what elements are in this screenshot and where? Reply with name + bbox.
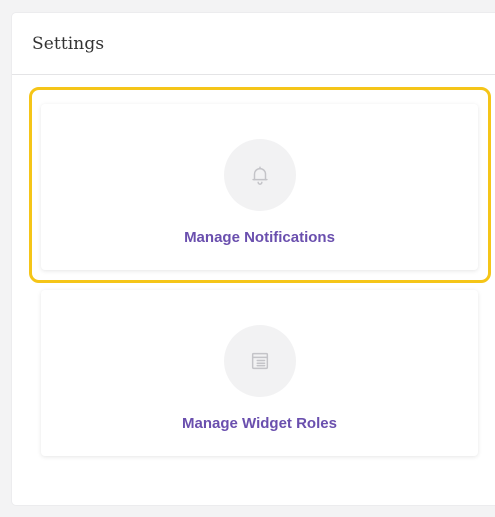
notifications-icon-circle: [223, 139, 296, 211]
widget-roles-icon-circle: [223, 325, 296, 397]
panel-header: Settings: [12, 13, 495, 75]
page-title: Settings: [32, 33, 105, 54]
manage-widget-roles-label: Manage Widget Roles: [182, 415, 337, 432]
manage-notifications-card[interactable]: Manage Notifications: [41, 104, 478, 270]
manage-widget-roles-card[interactable]: Manage Widget Roles: [41, 290, 478, 456]
manage-notifications-label: Manage Notifications: [184, 229, 335, 246]
bell-icon: [251, 166, 268, 185]
widget-layout-icon: [251, 352, 268, 370]
